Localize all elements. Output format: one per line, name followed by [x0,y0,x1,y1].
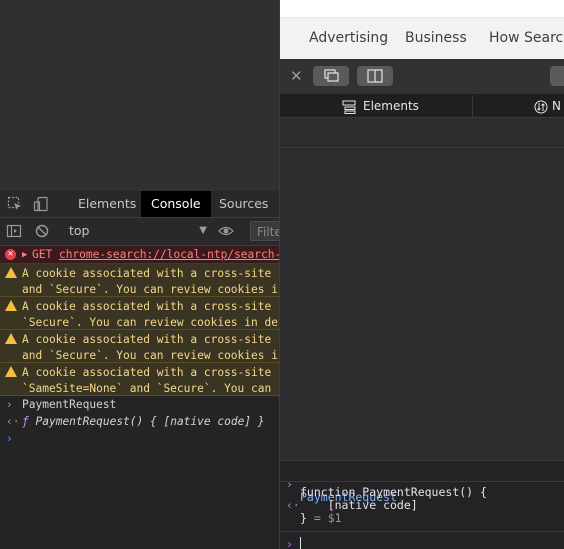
console-messages: ✕ ▶ GET chrome-search://local-ntp/search… [0,246,279,549]
error-url-link[interactable]: chrome-search://local-ntp/search- [59,248,279,261]
live-expression-eye-icon[interactable] [218,223,234,239]
web-inspector-console: › PaymentRequest ‹· function PaymentRequ… [280,460,564,549]
console-toolbar: top ▼ Filte [0,218,279,246]
tab-console[interactable]: Console [141,191,211,217]
devtools-tabbar: Elements Console Sources [0,191,279,218]
console-error-message[interactable]: ✕ ▶ GET chrome-search://local-ntp/search… [0,246,279,264]
divider [280,481,564,482]
console-prompt[interactable]: › [0,430,279,447]
warning-icon [5,333,17,344]
warning-icon [5,267,17,278]
close-icon[interactable]: ✕ [290,67,303,85]
tab-sources[interactable]: Sources [209,191,278,217]
warning-icon [5,300,17,311]
elements-tab-icon [342,99,356,118]
console-warning-message[interactable]: A cookie associated with a cross-site r … [0,297,279,330]
tab-elements[interactable]: Elements [68,191,146,217]
input-arrow-icon: › [6,398,13,411]
clear-console-icon[interactable] [34,223,50,239]
network-tab-icon [534,99,548,118]
web-inspector-content [280,148,564,460]
dock-side-button[interactable] [357,66,393,86]
prompt-caret-icon: › [286,537,293,549]
link-business[interactable]: Business [405,30,467,46]
link-advertising[interactable]: Advertising [309,30,388,46]
error-method: GET [32,248,59,261]
web-inspector-toolbar: ✕ [280,59,564,95]
warning-text: A cookie associated with a cross-site r … [22,366,279,395]
console-input-echo: › PaymentRequest [6,398,117,411]
warning-icon [5,366,17,377]
tab-divider [472,95,473,117]
sidebar-toggle-icon[interactable] [6,223,22,239]
console-result[interactable]: ‹· function PaymentRequest() { [native c… [280,486,564,526]
function-marker: ƒ [22,415,29,428]
footer-links: Advertising Business How Search [280,17,564,59]
dock-side-icon [367,69,383,83]
filter-input[interactable]: Filte [250,221,279,241]
warning-text: A cookie associated with a cross-site r … [22,333,279,362]
web-inspector-subbar [280,118,564,148]
tab-network[interactable]: N [552,95,561,117]
web-page-content [280,0,564,17]
detach-window-button[interactable] [313,66,349,86]
result-arrow-icon: ‹· [286,498,300,512]
link-how-search[interactable]: How Search [489,30,564,46]
toolbar-button-partial[interactable] [550,66,564,86]
warning-text: A cookie associated with a cross-site r … [22,300,279,329]
console-warning-message[interactable]: A cookie associated with a cross-site r … [0,264,279,297]
device-toolbar-icon[interactable] [33,196,49,212]
console-result[interactable]: ‹· ƒ PaymentRequest() { [native code] } [0,413,279,430]
context-selector[interactable]: top ▼ [62,221,209,241]
console-input-echo: › PaymentRequest [286,477,397,504]
page-area [0,0,279,191]
prompt-caret-icon: › [6,432,13,445]
chrome-devtools-panel: Elements Console Sources top ▼ Filte ✕ ▶… [0,0,279,549]
console-input-cursor[interactable] [300,537,301,549]
result-arrow-icon: ‹· [6,415,20,428]
web-inspector-tabbar: Elements N [280,95,564,118]
warning-text: A cookie associated with a cross-site r … [22,267,279,296]
context-value: top [69,223,90,238]
error-icon: ✕ [5,249,16,260]
divider [280,531,564,532]
chevron-down-icon: ▼ [199,225,207,236]
expand-caret-icon[interactable]: ▶ [22,247,27,263]
console-warning-message[interactable]: A cookie associated with a cross-site r … [0,330,279,363]
result-text: PaymentRequest() { [native code] } [35,415,265,428]
tab-elements[interactable]: Elements [363,95,419,117]
console-warning-message[interactable]: A cookie associated with a cross-site r … [0,363,279,396]
inspect-element-icon[interactable] [7,196,23,212]
safari-window: Advertising Business How Search ✕ Elemen… [279,0,564,549]
detach-window-icon [324,69,339,82]
